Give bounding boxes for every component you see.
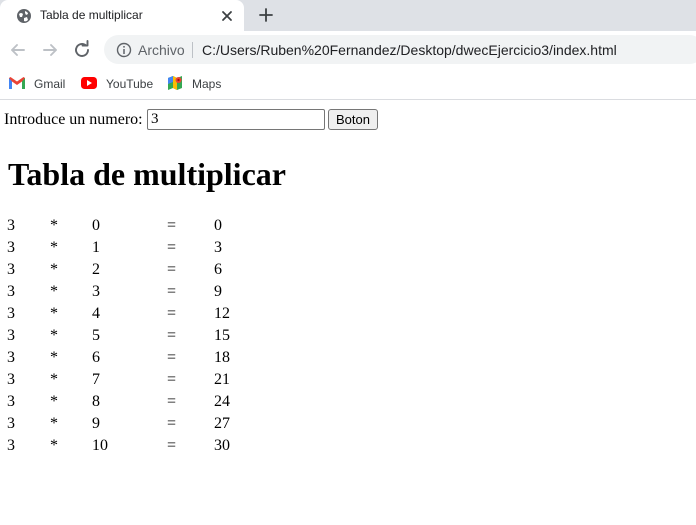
row-factor: 3	[7, 239, 15, 256]
page-content: Introduce un numero: Boton Tabla de mult…	[0, 101, 696, 525]
youtube-icon	[81, 77, 97, 89]
maps-icon	[168, 76, 182, 90]
row-equals: =	[167, 239, 177, 256]
row-factor: 3	[7, 327, 15, 344]
number-input[interactable]	[147, 109, 325, 130]
bookmark-label: Maps	[192, 77, 222, 91]
page-title: Tabla de multiplicar	[8, 156, 286, 192]
row-operator: *	[50, 437, 58, 454]
row-result: 9	[214, 283, 222, 300]
new-tab-icon[interactable]	[257, 6, 275, 24]
tab-title: Tabla de multiplicar	[40, 8, 143, 22]
row-factor: 3	[7, 217, 15, 234]
row-result: 30	[214, 437, 230, 454]
row-equals: =	[167, 305, 177, 322]
row-multiplier: 10	[92, 437, 108, 454]
row-operator: *	[50, 217, 58, 234]
row-equals: =	[167, 261, 177, 278]
row-equals: =	[167, 371, 177, 388]
row-factor: 3	[7, 393, 15, 410]
row-factor: 3	[7, 415, 15, 432]
row-equals: =	[167, 283, 177, 300]
row-multiplier: 9	[92, 415, 100, 432]
address-bar[interactable]: Archivo C:/Users/Ruben%20Fernandez/Deskt…	[104, 35, 696, 64]
row-operator: *	[50, 283, 58, 300]
browser-tab[interactable]: Tabla de multiplicar	[0, 0, 244, 31]
row-equals: =	[167, 327, 177, 344]
address-scheme-label: Archivo	[138, 42, 185, 58]
bookmarks-bar: Gmail YouTube Maps	[0, 68, 696, 100]
row-multiplier: 8	[92, 393, 100, 410]
row-factor: 3	[7, 437, 15, 454]
row-operator: *	[50, 305, 58, 322]
row-equals: =	[167, 393, 177, 410]
forward-arrow-icon[interactable]	[40, 40, 60, 60]
row-multiplier: 1	[92, 239, 100, 256]
row-operator: *	[50, 415, 58, 432]
row-result: 12	[214, 305, 230, 322]
row-result: 21	[214, 371, 230, 388]
browser-toolbar: Archivo C:/Users/Ruben%20Fernandez/Deskt…	[0, 31, 696, 68]
row-equals: =	[167, 415, 177, 432]
globe-icon	[17, 9, 31, 23]
close-tab-icon[interactable]	[220, 9, 234, 23]
bookmark-gmail[interactable]: Gmail	[8, 74, 68, 94]
row-multiplier: 5	[92, 327, 100, 344]
row-multiplier: 3	[92, 283, 100, 300]
row-multiplier: 4	[92, 305, 100, 322]
bookmark-label: YouTube	[106, 77, 154, 91]
row-result: 15	[214, 327, 230, 344]
bookmark-label: Gmail	[34, 77, 66, 91]
bookmark-youtube[interactable]: YouTube	[80, 74, 158, 94]
row-equals: =	[167, 349, 177, 366]
row-multiplier: 2	[92, 261, 100, 278]
row-result: 6	[214, 261, 222, 278]
row-multiplier: 6	[92, 349, 100, 366]
row-operator: *	[50, 327, 58, 344]
row-multiplier: 0	[92, 217, 100, 234]
reload-icon[interactable]	[72, 40, 92, 60]
row-factor: 3	[7, 261, 15, 278]
back-arrow-icon[interactable]	[8, 40, 28, 60]
row-result: 27	[214, 415, 230, 432]
row-result: 0	[214, 217, 222, 234]
row-factor: 3	[7, 305, 15, 322]
tab-strip: Tabla de multiplicar	[0, 0, 696, 31]
bookmark-maps[interactable]: Maps	[166, 74, 224, 94]
row-operator: *	[50, 239, 58, 256]
number-label: Introduce un numero:	[4, 111, 143, 128]
row-result: 3	[214, 239, 222, 256]
row-equals: =	[167, 437, 177, 454]
row-operator: *	[50, 349, 58, 366]
row-operator: *	[50, 393, 58, 410]
row-result: 18	[214, 349, 230, 366]
address-url[interactable]: C:/Users/Ruben%20Fernandez/Desktop/dwecE…	[202, 42, 617, 58]
row-equals: =	[167, 217, 177, 234]
row-operator: *	[50, 261, 58, 278]
gmail-icon	[9, 77, 25, 89]
row-multiplier: 7	[92, 371, 100, 388]
info-icon[interactable]	[116, 42, 132, 58]
row-factor: 3	[7, 371, 15, 388]
row-factor: 3	[7, 349, 15, 366]
submit-button[interactable]: Boton	[328, 109, 378, 130]
address-separator	[192, 42, 193, 58]
row-operator: *	[50, 371, 58, 388]
row-factor: 3	[7, 283, 15, 300]
row-result: 24	[214, 393, 230, 410]
